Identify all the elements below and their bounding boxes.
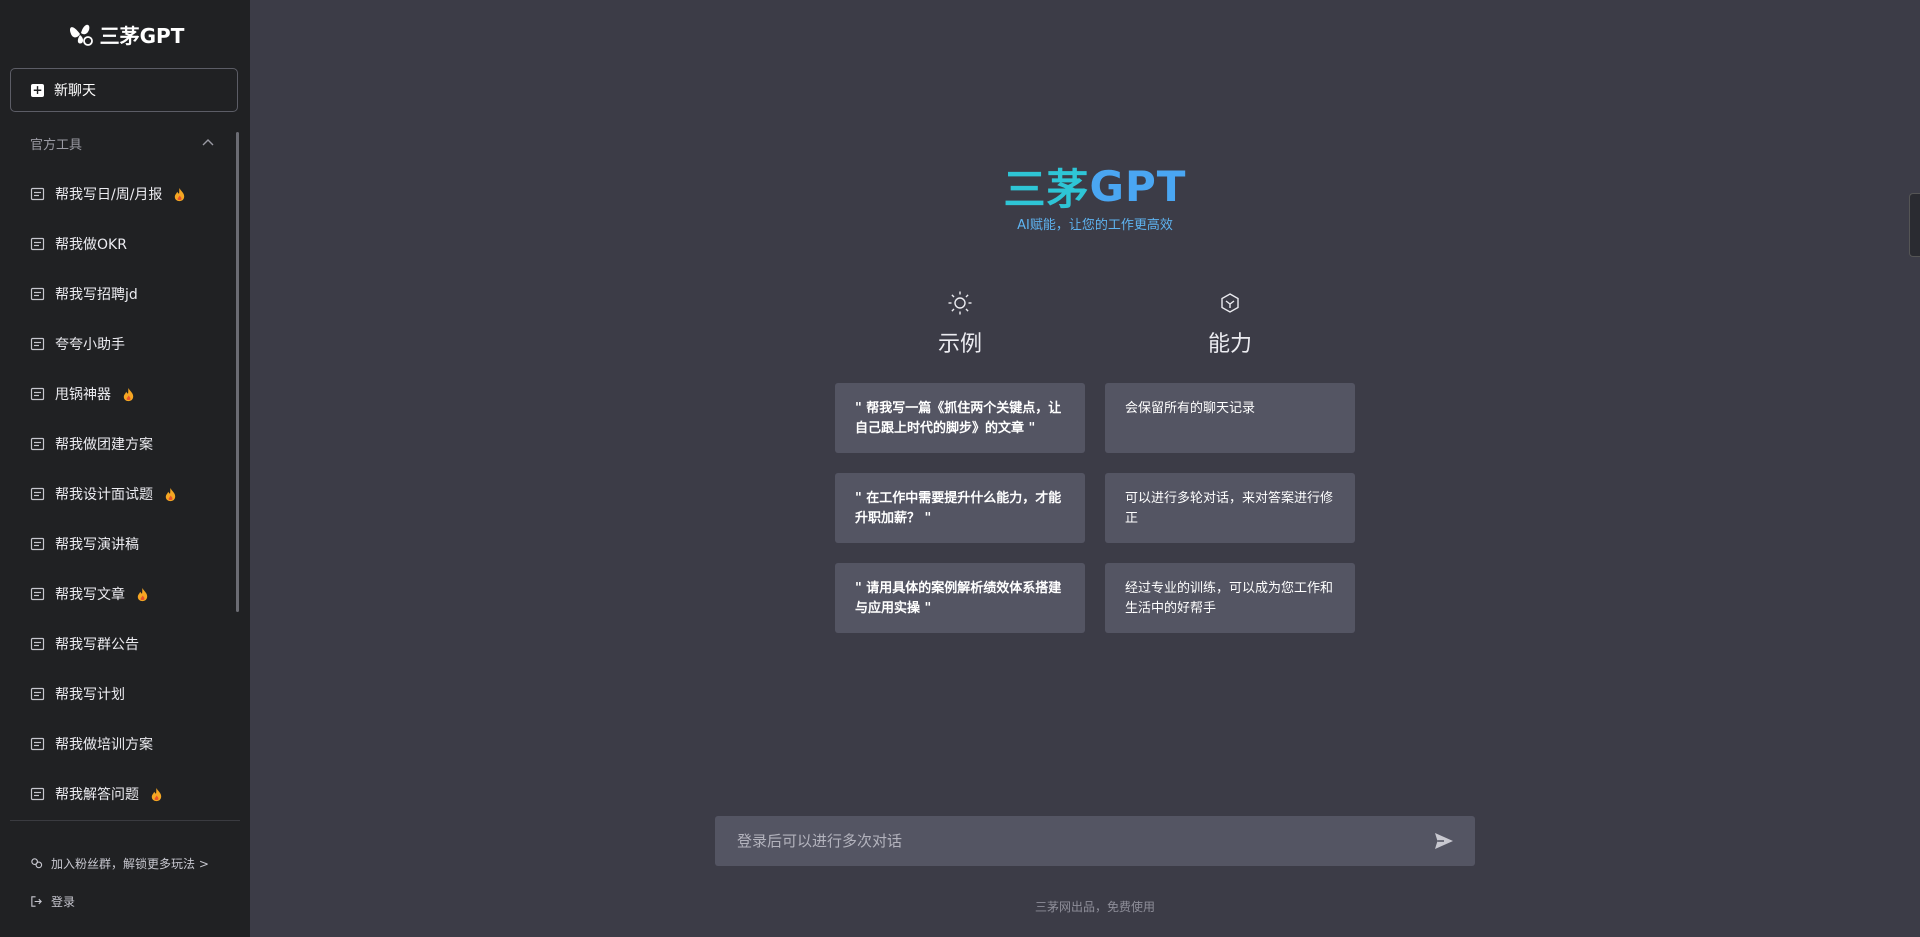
- join-fan-group-link[interactable]: 加入粉丝群，解锁更多玩法 >: [30, 855, 209, 872]
- chat-bubble-icon: [30, 237, 45, 250]
- sidebar-divider: [10, 820, 240, 821]
- sidebar-tool-label: 帮我设计面试题: [55, 487, 153, 503]
- sidebar-tool-item[interactable]: 帮我做团建方案: [0, 419, 236, 469]
- plus-icon: +: [31, 82, 44, 97]
- example-card[interactable]: " 在工作中需要提升什么能力，才能升职加薪？ ": [835, 473, 1085, 543]
- capabilities-heading: 能力: [1207, 332, 1252, 357]
- new-chat-button[interactable]: + 新聊天: [10, 68, 238, 112]
- examples-header: 示例: [835, 290, 1085, 358]
- chat-bubble-icon: [30, 387, 45, 400]
- cube-icon: [1221, 293, 1239, 313]
- footer-note: 三茅网出品，免费使用: [1034, 900, 1155, 914]
- login-link[interactable]: 登录: [30, 893, 75, 910]
- sidebar-tool-label: 帮我做培训方案: [55, 737, 153, 753]
- chat-bubble-icon: [30, 337, 45, 350]
- chat-bubble-icon: [30, 437, 45, 450]
- sidebar-tool-label: 夸夸小助手: [55, 337, 125, 353]
- sidebar-tool-item[interactable]: 帮我写招聘jd: [0, 269, 236, 319]
- chat-input-bar: [715, 816, 1475, 866]
- butterfly-logo-icon: [69, 24, 93, 46]
- chat-input[interactable]: [735, 831, 1433, 851]
- sidebar-tool-label: 甩锅神器: [55, 387, 111, 403]
- hero-title-en: GPT: [1089, 161, 1187, 211]
- sidebar-tool-item[interactable]: 甩锅神器: [0, 369, 236, 419]
- sidebar-tool-label: 帮我写招聘jd: [55, 287, 138, 303]
- chat-bubble-icon: [30, 687, 45, 700]
- sidebar-tool-label: 帮我写群公告: [55, 637, 139, 653]
- fire-icon: [175, 187, 185, 201]
- sidebar-tool-item[interactable]: 帮我做OKR: [0, 219, 236, 269]
- chat-bubble-icon: [30, 737, 45, 750]
- capability-card: 可以进行多轮对话，来对答案进行修正: [1105, 473, 1355, 543]
- sidebar-tool-label: 帮我写计划: [55, 687, 125, 703]
- example-card[interactable]: " 请用具体的案例解析绩效体系搭建与应用实操 ": [835, 563, 1085, 633]
- sidebar-tool-label: 帮我做OKR: [55, 237, 127, 253]
- edge-floating-widget[interactable]: [1909, 193, 1920, 257]
- sun-icon: [948, 291, 972, 315]
- chat-bubble-icon: [30, 487, 45, 500]
- hero-title-cn: 三茅: [1003, 164, 1090, 214]
- example-card[interactable]: " 帮我写一篇《抓住两个关键点，让自己跟上时代的脚步》的文章 ": [835, 383, 1085, 453]
- chevron-up-icon[interactable]: [200, 135, 216, 151]
- capabilities-header: 能力: [1105, 290, 1355, 358]
- group-icon: [31, 858, 43, 869]
- sidebar-tool-label: 帮我写日/周/月报: [55, 187, 163, 203]
- sidebar-tool-item[interactable]: 帮我做培训方案: [0, 719, 236, 769]
- fire-icon: [137, 587, 148, 601]
- send-icon[interactable]: [1433, 830, 1455, 852]
- brand-logo[interactable]: 三茅GPT: [0, 14, 250, 54]
- fire-icon: [123, 387, 134, 401]
- fire-icon: [165, 487, 176, 501]
- sidebar-scrollbar[interactable]: [236, 132, 239, 612]
- sidebar-tool-item[interactable]: 帮我写计划: [0, 669, 236, 719]
- brand-name: 三茅GPT: [99, 23, 185, 48]
- chat-bubble-icon: [30, 637, 45, 650]
- sidebar-tool-item[interactable]: 帮我写演讲稿: [0, 519, 236, 569]
- chat-bubble-icon: [30, 587, 45, 600]
- chat-bubble-icon: [30, 187, 45, 200]
- sidebar-tool-label: 帮我写文章: [55, 587, 125, 603]
- login-label: 登录: [51, 895, 76, 909]
- sidebar-tool-item[interactable]: 帮我写日/周/月报: [0, 169, 236, 219]
- capability-card: 会保留所有的聊天记录: [1105, 383, 1355, 453]
- sidebar: 三茅GPT + 新聊天 官方工具 帮我写日/周/月报 帮我做OKR 帮我写招聘jd 夸…: [0, 0, 250, 937]
- sidebar-tool-item[interactable]: 帮我设计面试题: [0, 469, 236, 519]
- sidebar-tool-item[interactable]: 帮我写文章: [0, 569, 236, 619]
- chat-bubble-icon: [30, 787, 45, 800]
- chat-bubble-icon: [30, 287, 45, 300]
- sidebar-tool-label: 帮我写演讲稿: [55, 537, 139, 553]
- sidebar-tool-item[interactable]: 帮我解答问题: [0, 769, 236, 819]
- sidebar-tool-label: 帮我做团建方案: [55, 437, 153, 453]
- tool-list: 帮我写日/周/月报 帮我做OKR 帮我写招聘jd 夸夸小助手甩锅神器帮我做团建方案 帮我…: [0, 169, 236, 819]
- chat-bubble-icon: [30, 537, 45, 550]
- examples-heading: 示例: [937, 332, 982, 357]
- sidebar-tool-item[interactable]: 夸夸小助手: [0, 319, 236, 369]
- sidebar-tool-item[interactable]: 帮我写群公告: [0, 619, 236, 669]
- capability-card: 经过专业的训练，可以成为您工作和生活中的好帮手: [1105, 563, 1355, 633]
- official-tools-header[interactable]: 官方工具: [30, 132, 216, 154]
- hero-subtitle: AI赋能，让您的工作更高效: [1017, 218, 1173, 233]
- sidebar-tool-label: 帮我解答问题: [55, 787, 139, 803]
- official-tools-title: 官方工具: [30, 137, 83, 153]
- join-fan-group-label: 加入粉丝群，解锁更多玩法 >: [51, 857, 209, 871]
- hero-title: 三茅 GPT: [980, 160, 1210, 214]
- logout-icon: [31, 896, 42, 907]
- fire-icon: [151, 787, 162, 801]
- new-chat-label: 新聊天: [54, 83, 96, 99]
